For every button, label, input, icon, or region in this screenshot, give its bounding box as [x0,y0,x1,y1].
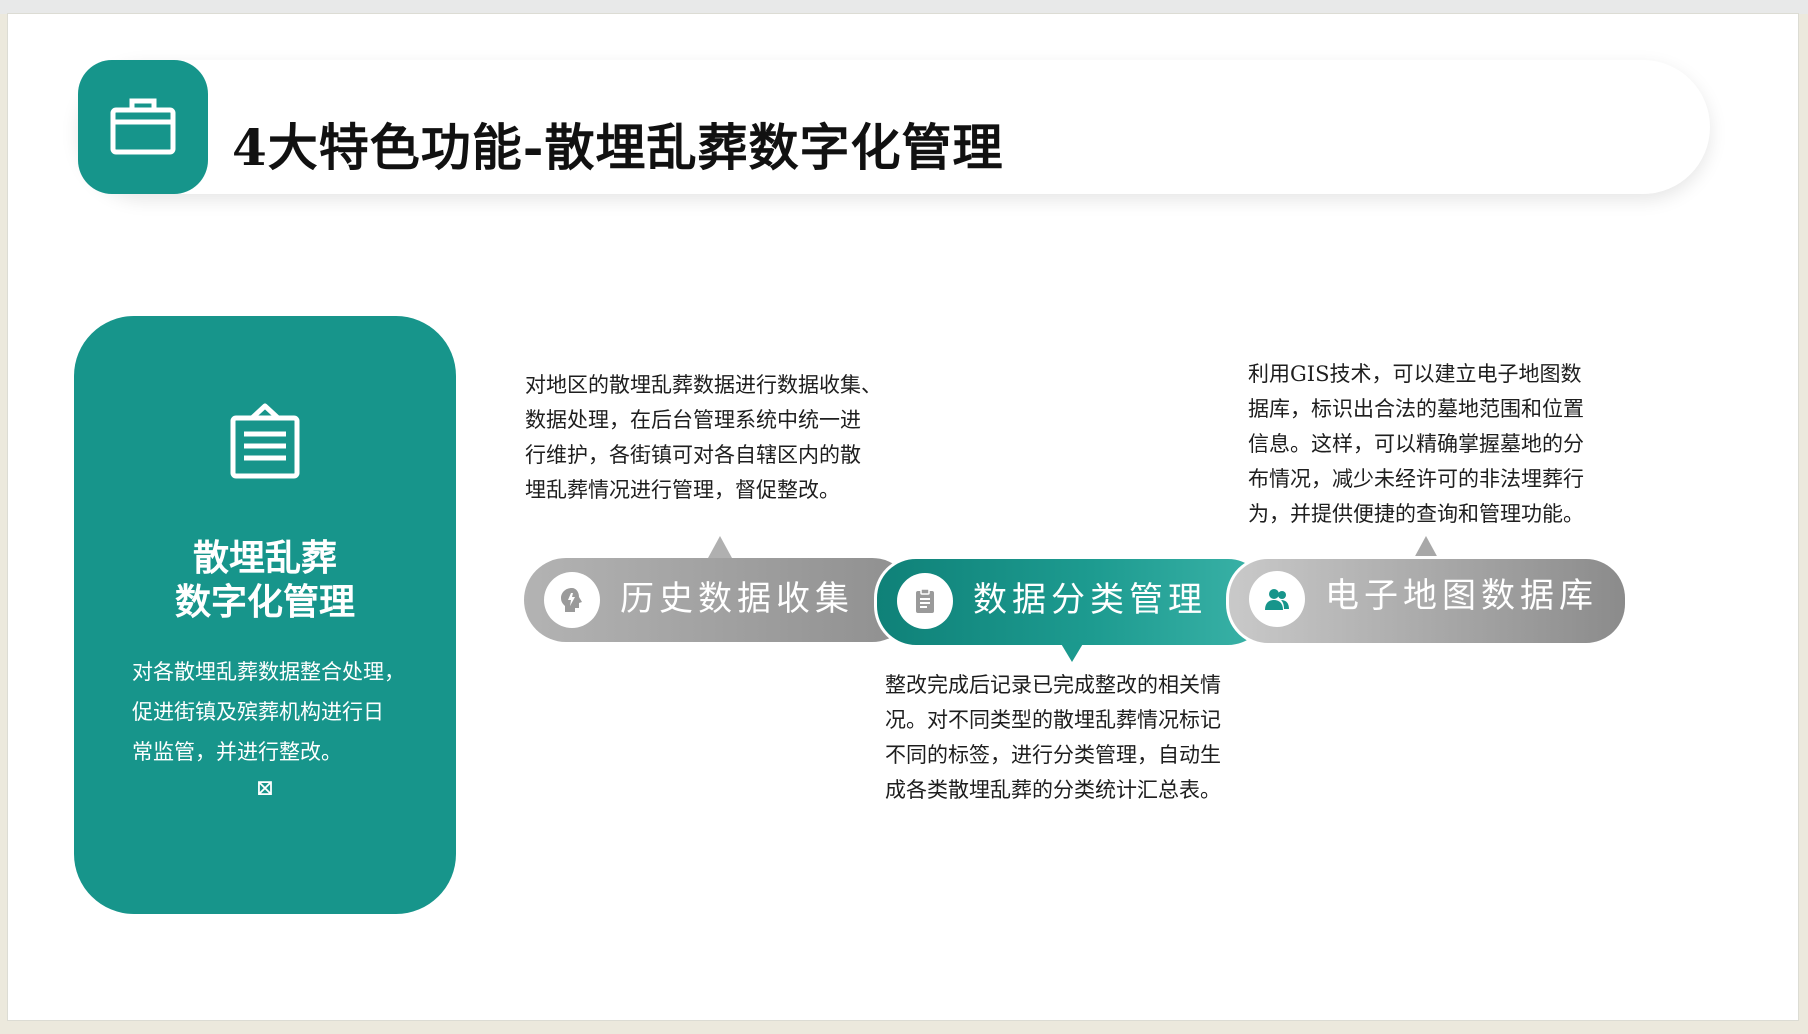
feature2-text-line3: 不同的标签，进行分类管理，自动生 [885,743,1221,767]
clipboard-icon [916,588,934,613]
feature3-text-line2: 据库，标识出合法的墓地范围和位置 [1248,397,1584,421]
briefcase-icon [110,98,176,155]
feature2-text-line4: 成各类散埋乱葬的分类统计汇总表。 [885,778,1221,802]
feature-pill-classification[interactable]: 数据分类管理 [874,556,1270,648]
feature1-text-line2: 数据处理，在后台管理系统中统一进 [525,408,861,432]
pill3-label: 电子地图数据库 [1325,576,1598,616]
feature3-text-line3: 信息。这样，可以精确掌握墓地的分 [1248,432,1584,456]
page-title: 4大特色功能-散埋乱葬数字化管理 [232,118,1004,177]
pill3-pointer [1414,536,1438,558]
pill1-icon-circle [544,572,600,628]
header-icon-box [78,60,208,194]
pill2-pointer [1060,642,1084,662]
feature1-text-line3: 行维护，各街镇可对各自辖区内的散 [525,443,861,467]
card-desc-line2: 促进街镇及殡葬机构进行日 [132,700,384,724]
feature3-text-line5: 为，并提供便捷的查询和管理功能。 [1248,502,1584,526]
document-icon [230,403,300,479]
card-desc-line3: 常监管，并进行整改。 [132,740,342,764]
window-top-strip [0,0,1808,14]
feature3-text-line4: 布情况，减少未经许可的非法埋葬行 [1248,467,1584,491]
pill2-icon-circle [897,573,953,629]
feature-pill-gis-map[interactable]: 电子地图数据库 [1226,556,1628,646]
lightbulb-head-icon [561,588,582,612]
pill1-label: 历史数据收集 [620,579,854,619]
feature1-text-line1: 对地区的散埋乱葬数据进行数据收集、 [525,373,882,397]
pill3-icon-circle [1249,571,1305,627]
card-title-line1: 散埋乱葬 [192,537,337,579]
pill1-pointer [708,536,732,558]
feature1-text-line4: 埋乱葬情况进行管理，督促整改。 [525,478,840,502]
card-desc-line1: 对各散埋乱葬数据整合处理， [132,660,405,684]
pill2-label: 数据分类管理 [973,580,1207,620]
feature-pill-history[interactable]: 历史数据收集 [524,558,914,642]
feature2-text-line1: 整改完成后记录已完成整改的相关情 [885,673,1221,697]
card-title-line2: 数字化管理 [174,581,355,623]
placeholder-glyph: ⊠ [255,776,275,801]
feature3-text-line1: 利用GIS技术，可以建立电子地图数 [1248,362,1582,386]
users-icon [1265,589,1289,610]
summary-card: 散埋乱葬 数字化管理 对各散埋乱葬数据整合处理， 促进街镇及殡葬机构进行日 常监… [74,316,456,914]
feature2-text-line2: 况。对不同类型的散埋乱葬情况标记 [885,708,1221,732]
